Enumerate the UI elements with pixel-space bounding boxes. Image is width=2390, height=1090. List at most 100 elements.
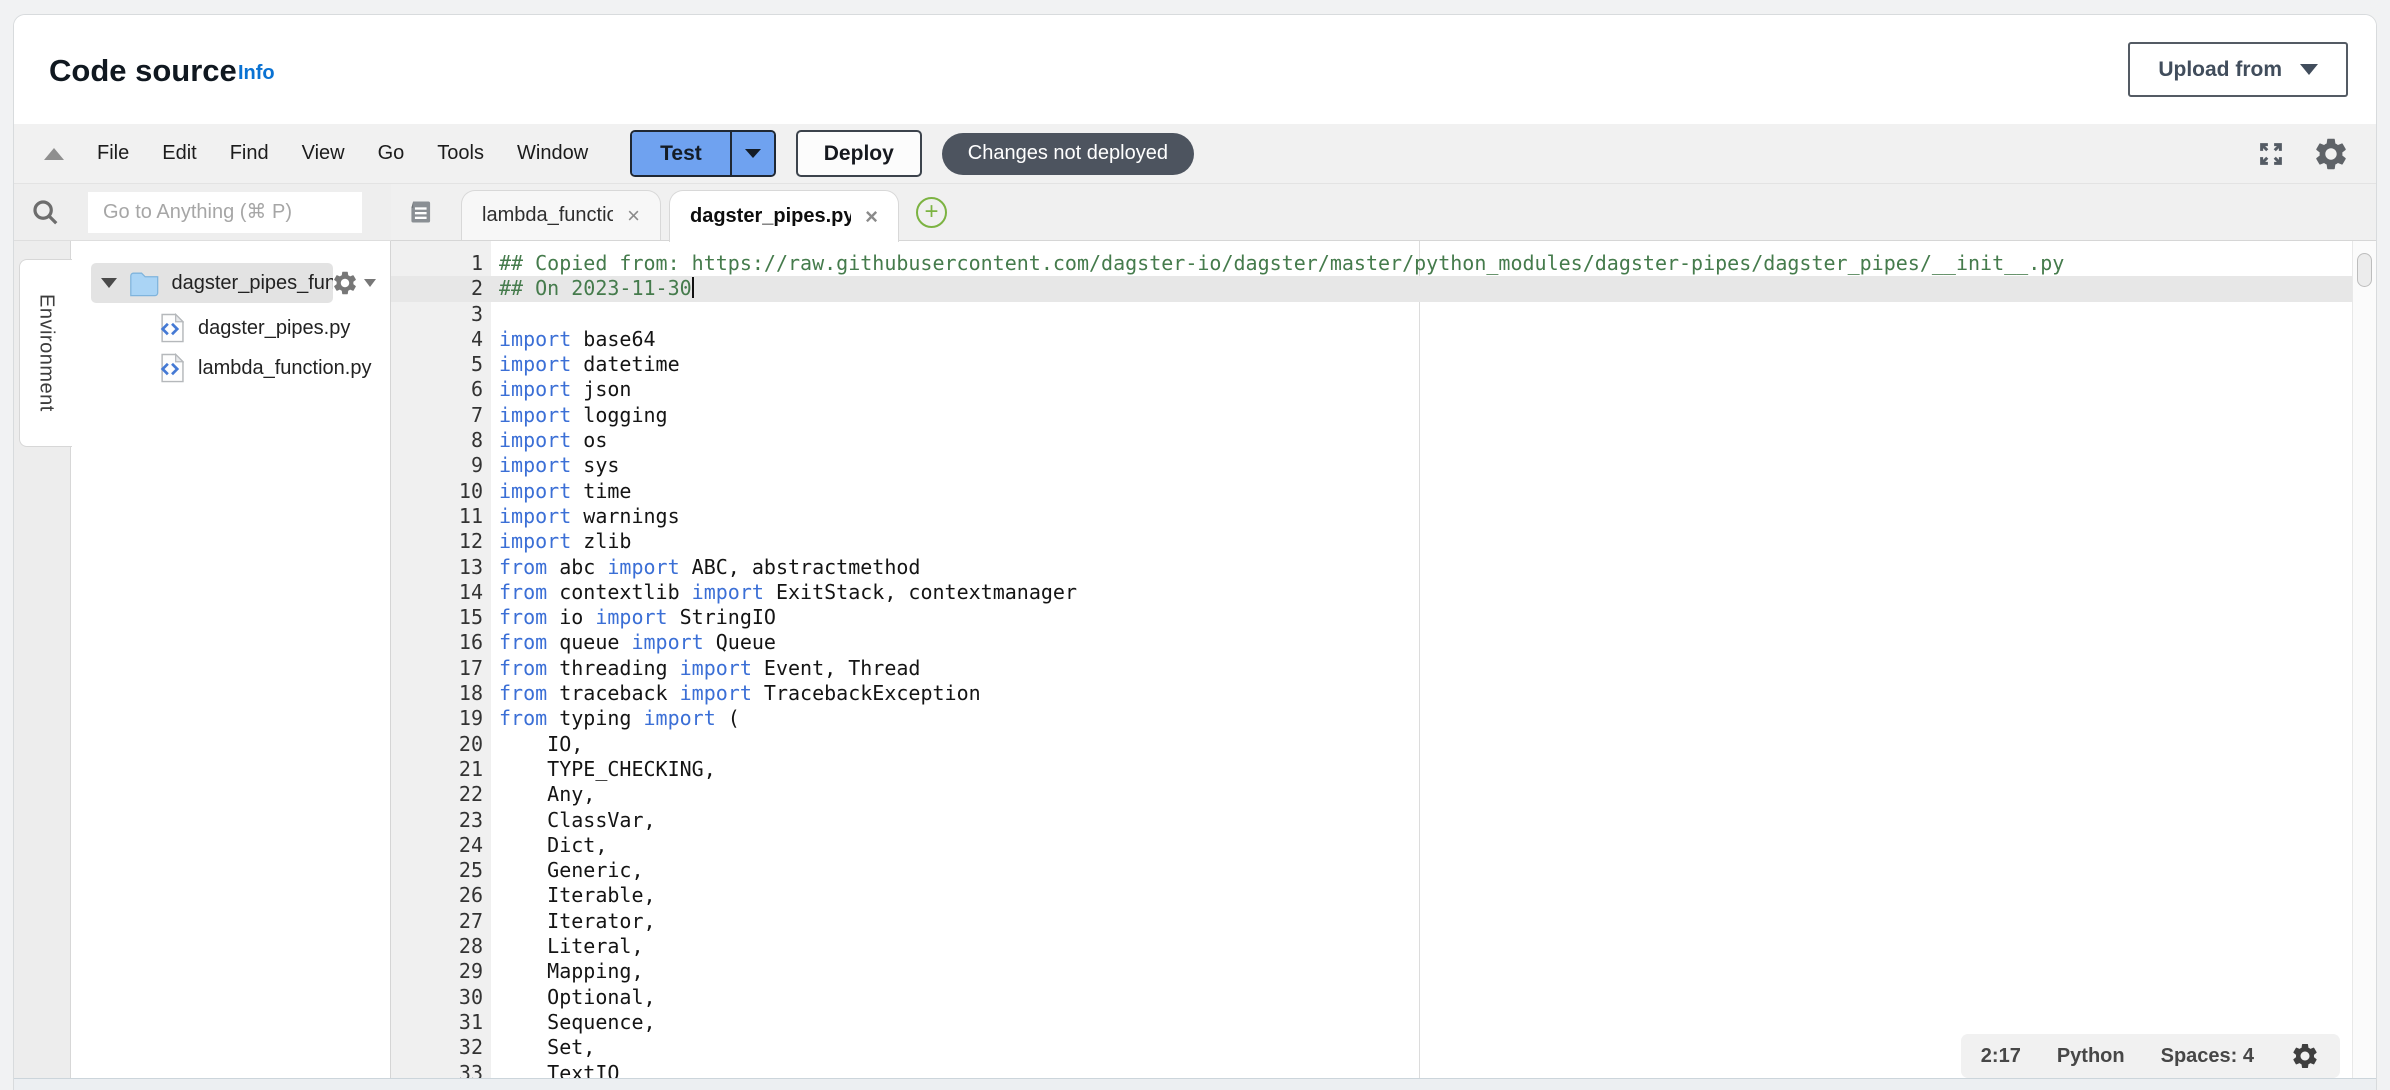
code-text: import base64 [483,327,656,352]
tab-dagster_pipes_py[interactable]: dagster_pipes.py × [669,190,899,242]
new-tab-plus-icon[interactable]: + [916,197,947,228]
code-text: import datetime [483,352,680,377]
test-split-button[interactable]: Test [630,130,776,177]
info-link[interactable]: Info [238,62,275,85]
chevron-down-icon [2300,64,2318,75]
code-text: ClassVar, [483,808,656,833]
code-line[interactable]: 14from contextlib import ExitStack, cont… [391,580,2352,605]
cursor-position[interactable]: 2:17 [1981,1045,2021,1068]
indent-setting[interactable]: Spaces: 4 [2161,1045,2254,1068]
code-text: import warnings [483,504,680,529]
tab-label: dagster_pipes.py [690,205,851,228]
code-line[interactable]: 5import datetime [391,352,2352,377]
code-line[interactable]: 8import os [391,428,2352,453]
code-line[interactable]: 3 [391,302,2352,327]
menu-item-tools[interactable]: Tools [437,142,484,165]
code-text: Sequence, [483,1010,656,1035]
code-line[interactable]: 15from io import StringIO [391,605,2352,630]
folder-expand-caret-icon[interactable] [101,278,117,288]
code-line[interactable]: 29 Mapping, [391,959,2352,984]
code-source-panel: Code source Info Upload from File Edit Fin… [13,14,2377,1090]
tab-close-icon[interactable]: × [627,205,640,227]
code-line[interactable]: 27 Iterator, [391,909,2352,934]
open-files-list-icon[interactable] [405,198,433,231]
line-number: 32 [391,1035,483,1060]
tree-settings-gear-icon[interactable] [331,269,376,297]
code-line[interactable]: 19from typing import ( [391,706,2352,731]
collapse-menubar-icon[interactable] [44,148,64,160]
code-line[interactable]: 2## On 2023-11-30 [391,276,2352,301]
code-line[interactable]: 11import warnings [391,504,2352,529]
line-number: 30 [391,985,483,1010]
line-number: 8 [391,428,483,453]
line-number: 4 [391,327,483,352]
code-line[interactable]: 16from queue import Queue [391,630,2352,655]
code-line[interactable]: 20 IO, [391,732,2352,757]
code-line[interactable]: 1## Copied from: https://raw.githubuserc… [391,251,2352,276]
code-text: import time [483,479,631,504]
line-number: 17 [391,656,483,681]
code-line[interactable]: 13from abc import ABC, abstractmethod [391,555,2352,580]
line-number: 7 [391,403,483,428]
code-line[interactable]: 18from traceback import TracebackExcepti… [391,681,2352,706]
code-text: ## Copied from: https://raw.githubuserco… [483,251,2064,276]
tree-file-row-dagster_pipes_py[interactable]: dagster_pipes.py [159,309,350,347]
editor-settings-gear-icon[interactable] [2312,135,2350,173]
code-line[interactable]: 25 Generic, [391,858,2352,883]
code-line[interactable]: 7import logging [391,403,2352,428]
page-title: Code source [49,53,237,89]
code-line[interactable]: 10import time [391,479,2352,504]
code-text: from abc import ABC, abstractmethod [483,555,920,580]
code-text: TYPE_CHECKING, [483,757,716,782]
fullscreen-icon[interactable] [2256,139,2286,169]
code-line[interactable]: 21 TYPE_CHECKING, [391,757,2352,782]
code-line[interactable]: 4import base64 [391,327,2352,352]
code-line[interactable]: 30 Optional, [391,985,2352,1010]
code-text: import json [483,377,631,402]
editor-scrollbar[interactable] [2352,241,2376,1078]
line-number: 31 [391,1010,483,1035]
line-number: 25 [391,858,483,883]
menu-item-file[interactable]: File [97,142,129,165]
language-mode[interactable]: Python [2057,1045,2125,1068]
code-line[interactable]: 12import zlib [391,529,2352,554]
go-to-anything-input[interactable] [88,192,362,233]
code-line[interactable]: 24 Dict, [391,833,2352,858]
tree-file-row-lambda_function_py[interactable]: lambda_function.py [159,349,371,387]
code-line[interactable]: 31 Sequence, [391,1010,2352,1035]
menu-item-window[interactable]: Window [517,142,588,165]
test-options-button[interactable] [730,132,774,175]
statusbar-gear-icon[interactable] [2290,1041,2320,1071]
line-number: 10 [391,479,483,504]
menu-item-find[interactable]: Find [230,142,269,165]
tree-folder-row[interactable]: dagster_pipes_funct [91,263,333,303]
python-file-icon [159,353,184,383]
code-line[interactable]: 23 ClassVar, [391,808,2352,833]
test-button[interactable]: Test [632,132,730,175]
menu-item-go[interactable]: Go [378,142,405,165]
line-number: 33 [391,1061,483,1079]
menu-item-edit[interactable]: Edit [162,142,196,165]
tab-lambda_function_[interactable]: lambda_function.× [461,190,661,240]
deploy-button[interactable]: Deploy [796,130,922,177]
code-text: import os [483,428,607,453]
code-line[interactable]: 28 Literal, [391,934,2352,959]
tab-close-icon[interactable]: × [865,206,878,228]
line-number: 24 [391,833,483,858]
code-text: import zlib [483,529,631,554]
scrollbar-thumb[interactable] [2357,253,2372,287]
line-number: 29 [391,959,483,984]
code-line[interactable]: 17from threading import Event, Thread [391,656,2352,681]
code-line[interactable]: 26 Iterable, [391,883,2352,908]
line-number: 16 [391,630,483,655]
line-number: 2 [391,276,483,301]
code-line[interactable]: 22 Any, [391,782,2352,807]
upload-from-button[interactable]: Upload from [2128,42,2348,97]
environment-tab[interactable]: Environment [19,259,72,447]
menu-item-view[interactable]: View [302,142,345,165]
code-line[interactable]: 9import sys [391,453,2352,478]
code-line[interactable]: 6import json [391,377,2352,402]
code-editor[interactable]: 1## Copied from: https://raw.githubuserc… [391,241,2376,1078]
panel-header: Code source Info Upload from [14,15,2376,124]
code-text: Iterable, [483,883,656,908]
